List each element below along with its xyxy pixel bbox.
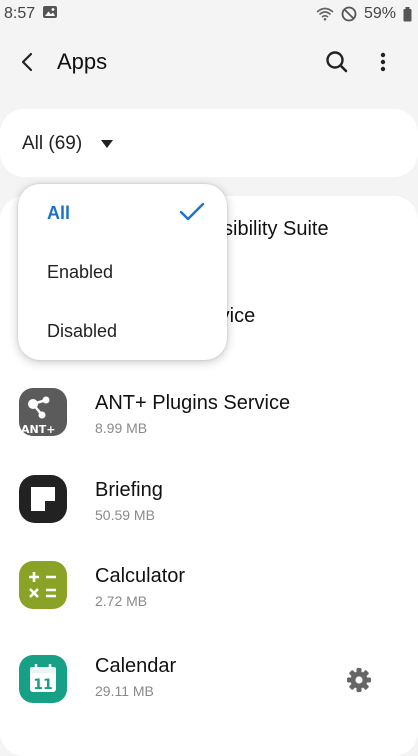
app-size: 2.72 MB <box>95 593 148 609</box>
app-name: Briefing <box>95 479 163 501</box>
search-icon <box>326 51 348 73</box>
gear-icon <box>347 668 371 692</box>
app-name: ANT+ Plugins Service <box>95 392 291 414</box>
calculator-icon <box>19 561 67 609</box>
dropdown-option-all[interactable]: All <box>18 184 227 242</box>
battery-icon <box>403 6 412 22</box>
wifi-icon <box>316 7 334 21</box>
status-bar: 8:57 59% <box>0 0 418 28</box>
status-time: 8:57 <box>4 5 36 22</box>
filter-dropdown-label[interactable]: All (69) <box>22 133 82 155</box>
page-title: Apps <box>57 49 108 74</box>
app-settings-button[interactable] <box>344 665 374 695</box>
list-item-ant-plus[interactable]: ANT+ ANT+ Plugins Service 8.99 MB <box>0 376 418 456</box>
do-not-disturb-icon <box>341 6 357 22</box>
search-button[interactable] <box>322 47 352 77</box>
list-item-calendar[interactable]: 11 Calendar 29.11 MB <box>0 641 418 721</box>
calendar-icon: 11 <box>19 655 67 703</box>
dropdown-option-disabled[interactable]: Disabled <box>18 302 227 360</box>
more-vert-icon <box>380 52 386 72</box>
calendar-day: 11 <box>33 677 52 693</box>
app-bar: Apps <box>0 38 418 86</box>
filter-bar: All (69) <box>0 109 418 177</box>
filter-dropdown-menu: All Enabled Disabled <box>18 184 227 360</box>
app-name: Calculator <box>95 565 186 587</box>
svg-text:ANT+: ANT+ <box>21 423 55 436</box>
list-item-partial-1[interactable]: ssibility Suite <box>213 218 329 241</box>
list-item-briefing[interactable]: Briefing 50.59 MB <box>0 463 418 543</box>
app-size: 50.59 MB <box>95 507 155 523</box>
list-item-calculator[interactable]: Calculator 2.72 MB <box>0 549 418 629</box>
app-name: Calendar <box>95 655 177 677</box>
briefing-icon <box>19 475 67 523</box>
app-size: 8.99 MB <box>95 420 148 436</box>
battery-level: 59% <box>363 5 396 22</box>
more-options-button[interactable] <box>372 48 394 76</box>
dropdown-arrow-icon[interactable] <box>100 139 114 149</box>
checkmark-icon <box>179 202 205 221</box>
back-button[interactable] <box>14 48 42 76</box>
ant-plus-icon: ANT+ <box>19 388 67 436</box>
app-size: 29.11 MB <box>95 683 154 699</box>
back-arrow-icon <box>21 52 33 72</box>
dropdown-option-label: Disabled <box>47 321 118 341</box>
gallery-notification-icon <box>42 5 58 24</box>
dropdown-option-label: Enabled <box>47 262 114 282</box>
dropdown-option-label: All <box>47 203 71 223</box>
dropdown-option-enabled[interactable]: Enabled <box>18 243 227 301</box>
